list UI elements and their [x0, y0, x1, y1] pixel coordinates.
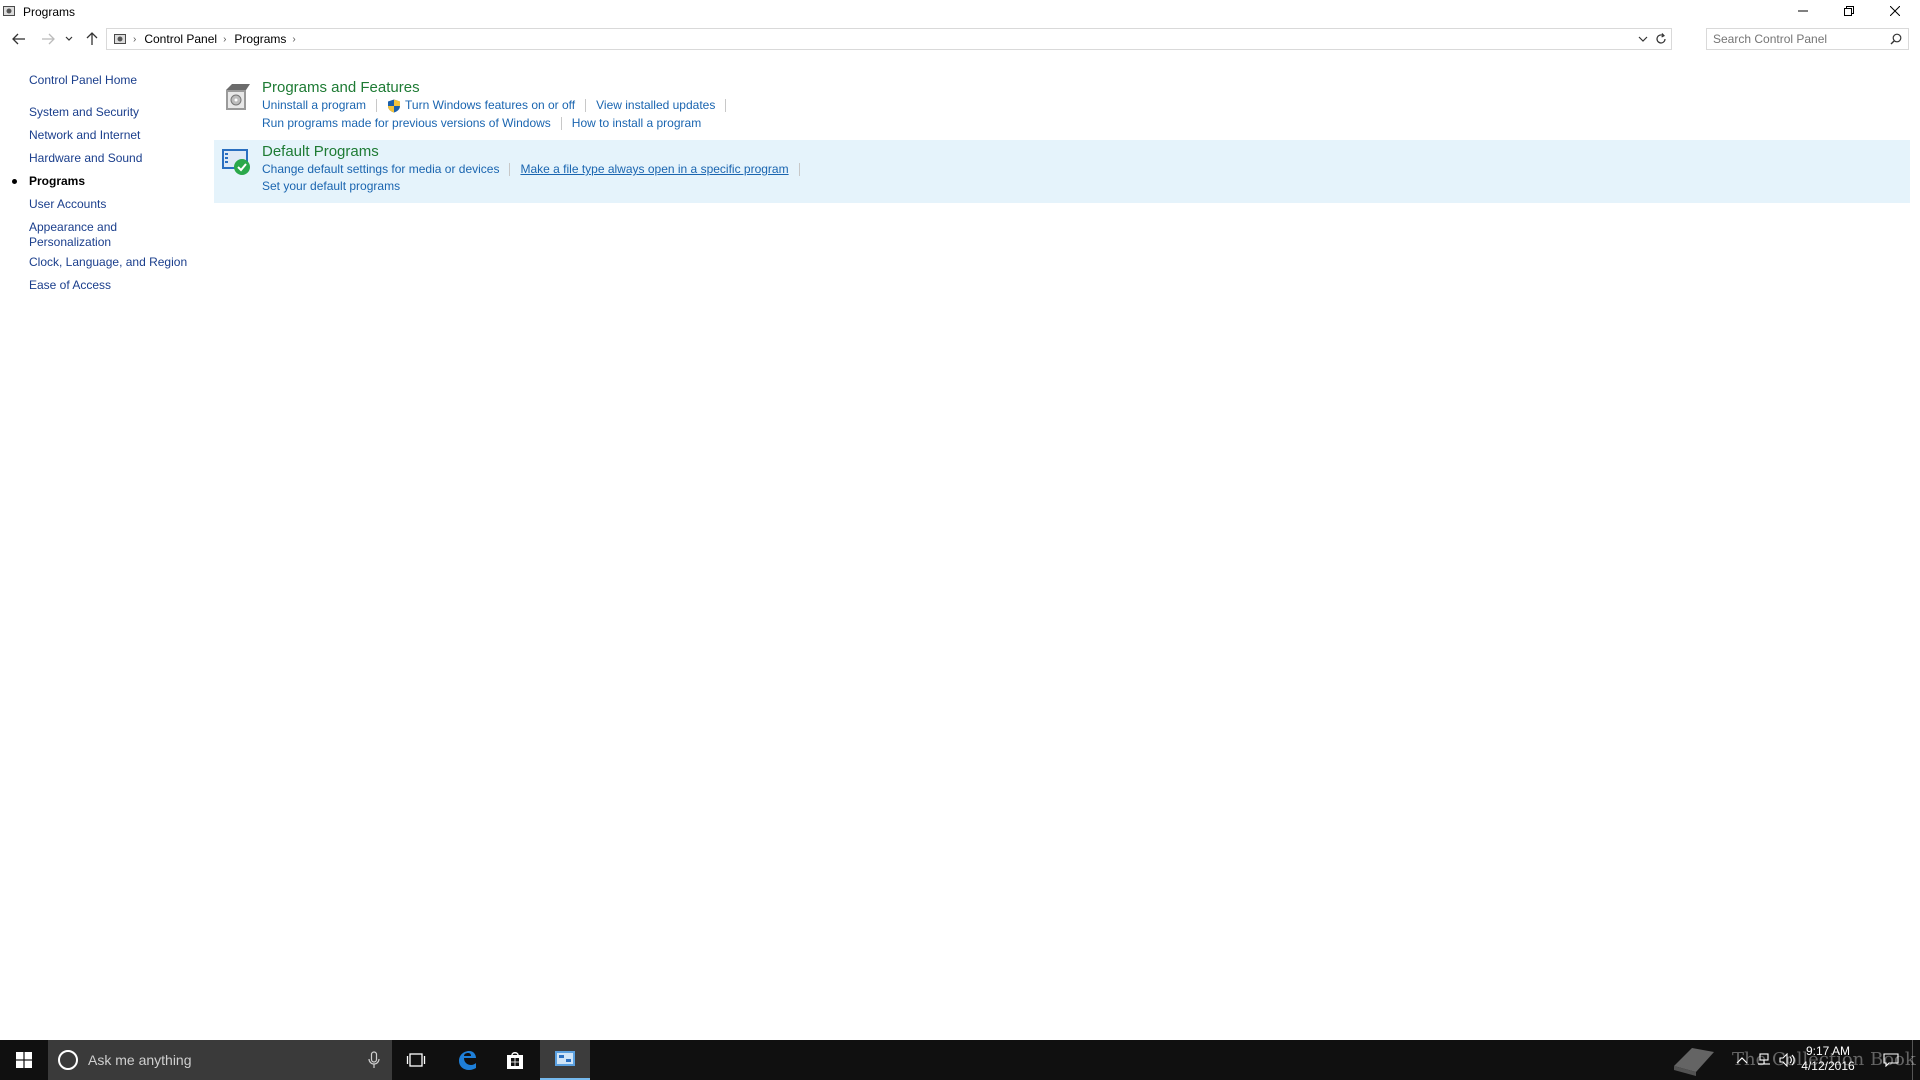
microphone-icon[interactable]	[368, 1051, 380, 1069]
default-programs-icon	[222, 149, 250, 175]
forward-button[interactable]	[38, 30, 58, 48]
task-view-button[interactable]	[392, 1040, 440, 1080]
start-button[interactable]	[0, 1040, 48, 1080]
up-arrow-icon	[86, 32, 98, 45]
address-dropdown-icon[interactable]	[1637, 32, 1649, 46]
minimize-icon	[1798, 10, 1808, 12]
close-button[interactable]	[1872, 0, 1918, 22]
minimize-button[interactable]	[1780, 0, 1826, 22]
category-default-programs[interactable]: Default Programs Change default settings…	[214, 140, 1910, 203]
task-view-icon	[406, 1053, 426, 1067]
run-compat-programs-link[interactable]: Run programs made for previous versions …	[262, 116, 551, 131]
window-title: Programs	[23, 5, 76, 19]
restore-icon	[1844, 6, 1854, 16]
taskbar-control-panel[interactable]	[540, 1040, 590, 1080]
change-default-media-link[interactable]: Change default settings for media or dev…	[262, 162, 499, 177]
address-bar[interactable]: › Control Panel › Programs ›	[106, 28, 1672, 50]
default-programs-title[interactable]: Default Programs	[262, 143, 379, 161]
navigation-bar: › Control Panel › Programs ›	[0, 28, 1920, 50]
cortana-placeholder: Ask me anything	[88, 1052, 192, 1068]
taskbar: Ask me anything 9:17 AM 4/12/2016	[0, 1040, 1920, 1080]
chevron-right-icon[interactable]: ›	[133, 34, 136, 45]
breadcrumb: › Control Panel › Programs ›	[111, 32, 304, 46]
chevron-right-icon[interactable]: ›	[223, 34, 226, 45]
sidebar-item-hardware-sound[interactable]: Hardware and Sound	[29, 151, 142, 166]
programs-features-title[interactable]: Programs and Features	[262, 79, 420, 97]
back-button[interactable]	[9, 30, 29, 48]
breadcrumb-programs[interactable]: Programs	[234, 32, 286, 46]
refresh-icon[interactable]	[1653, 31, 1669, 47]
taskbar-store[interactable]	[491, 1040, 539, 1080]
link-separator	[509, 163, 511, 176]
sidebar-item-user-accounts[interactable]: User Accounts	[29, 197, 106, 212]
windows-logo-icon	[16, 1052, 32, 1068]
chevron-right-icon[interactable]: ›	[292, 34, 295, 45]
link-separator	[376, 99, 378, 112]
control-panel-icon	[114, 34, 126, 44]
view-installed-updates-link[interactable]: View installed updates	[596, 98, 715, 113]
control-panel-icon	[3, 6, 15, 16]
store-bag-icon	[507, 1052, 523, 1069]
default-programs-links-row2: Set your default programs	[262, 179, 400, 194]
set-default-programs-link[interactable]: Set your default programs	[262, 179, 400, 194]
link-separator	[585, 99, 587, 112]
uninstall-program-link[interactable]: Uninstall a program	[262, 98, 366, 113]
show-desktop-divider	[1911, 1040, 1913, 1080]
taskbar-edge[interactable]	[443, 1040, 491, 1080]
forward-arrow-icon	[42, 33, 55, 45]
how-to-install-link[interactable]: How to install a program	[572, 116, 701, 131]
sidebar-item-system-security[interactable]: System and Security	[29, 105, 139, 120]
cortana-icon	[58, 1050, 78, 1070]
link-separator	[725, 99, 727, 112]
turn-windows-features-link[interactable]: Turn Windows features on or off	[405, 98, 575, 113]
sidebar-item-appearance[interactable]: Appearance and	[29, 220, 117, 235]
notification-icon	[1883, 1053, 1899, 1067]
programs-features-links-row2: Run programs made for previous versions …	[262, 116, 701, 131]
chevron-up-icon	[1736, 1057, 1748, 1064]
close-icon	[1890, 6, 1900, 16]
current-item-bullet	[12, 179, 17, 184]
sidebar-item-clock-language-region[interactable]: Clock, Language, and Region	[29, 255, 187, 270]
sidebar-item-network-internet[interactable]: Network and Internet	[29, 128, 140, 143]
taskbar-clock[interactable]: 9:17 AM 4/12/2016	[1790, 1044, 1866, 1074]
breadcrumb-control-panel[interactable]: Control Panel	[144, 32, 217, 46]
network-icon	[1758, 1053, 1770, 1065]
default-programs-links-row1: Change default settings for media or dev…	[262, 162, 810, 177]
cortana-search-box[interactable]: Ask me anything	[48, 1040, 392, 1080]
show-hidden-icons-button[interactable]	[1733, 1040, 1751, 1080]
sidebar-control-panel-home[interactable]: Control Panel Home	[29, 73, 137, 88]
category-programs-features: Programs and Features Uninstall a progra…	[214, 76, 1910, 138]
restore-button[interactable]	[1826, 0, 1872, 22]
search-input[interactable]	[1713, 31, 1883, 47]
sidebar-item-programs[interactable]: Programs	[29, 174, 85, 189]
programs-features-icon	[226, 84, 250, 110]
clock-date: 4/12/2016	[1801, 1059, 1855, 1073]
programs-features-links-row1: Uninstall a program Turn Windows feature…	[262, 98, 736, 113]
title-bar: Programs	[0, 0, 1920, 24]
network-tray-button[interactable]	[1753, 1040, 1775, 1080]
up-button[interactable]	[82, 30, 102, 48]
link-separator	[798, 163, 800, 176]
edge-browser-icon	[459, 1051, 476, 1070]
recent-locations-button[interactable]	[62, 30, 76, 48]
sidebar-item-ease-of-access[interactable]: Ease of Access	[29, 278, 111, 293]
sidebar-item-appearance-line2[interactable]: Personalization	[29, 235, 111, 250]
action-center-button[interactable]	[1878, 1040, 1904, 1080]
chevron-down-icon	[65, 36, 73, 41]
link-separator	[560, 117, 562, 130]
uac-shield-icon	[388, 99, 401, 112]
file-type-association-link[interactable]: Make a file type always open in a specif…	[520, 162, 788, 177]
show-desktop-button[interactable]	[1910, 1040, 1914, 1080]
search-icon[interactable]	[1890, 33, 1902, 45]
clock-time: 9:17 AM	[1805, 1044, 1851, 1058]
search-box[interactable]	[1706, 28, 1909, 50]
back-arrow-icon	[12, 33, 25, 45]
control-panel-icon	[555, 1051, 575, 1066]
